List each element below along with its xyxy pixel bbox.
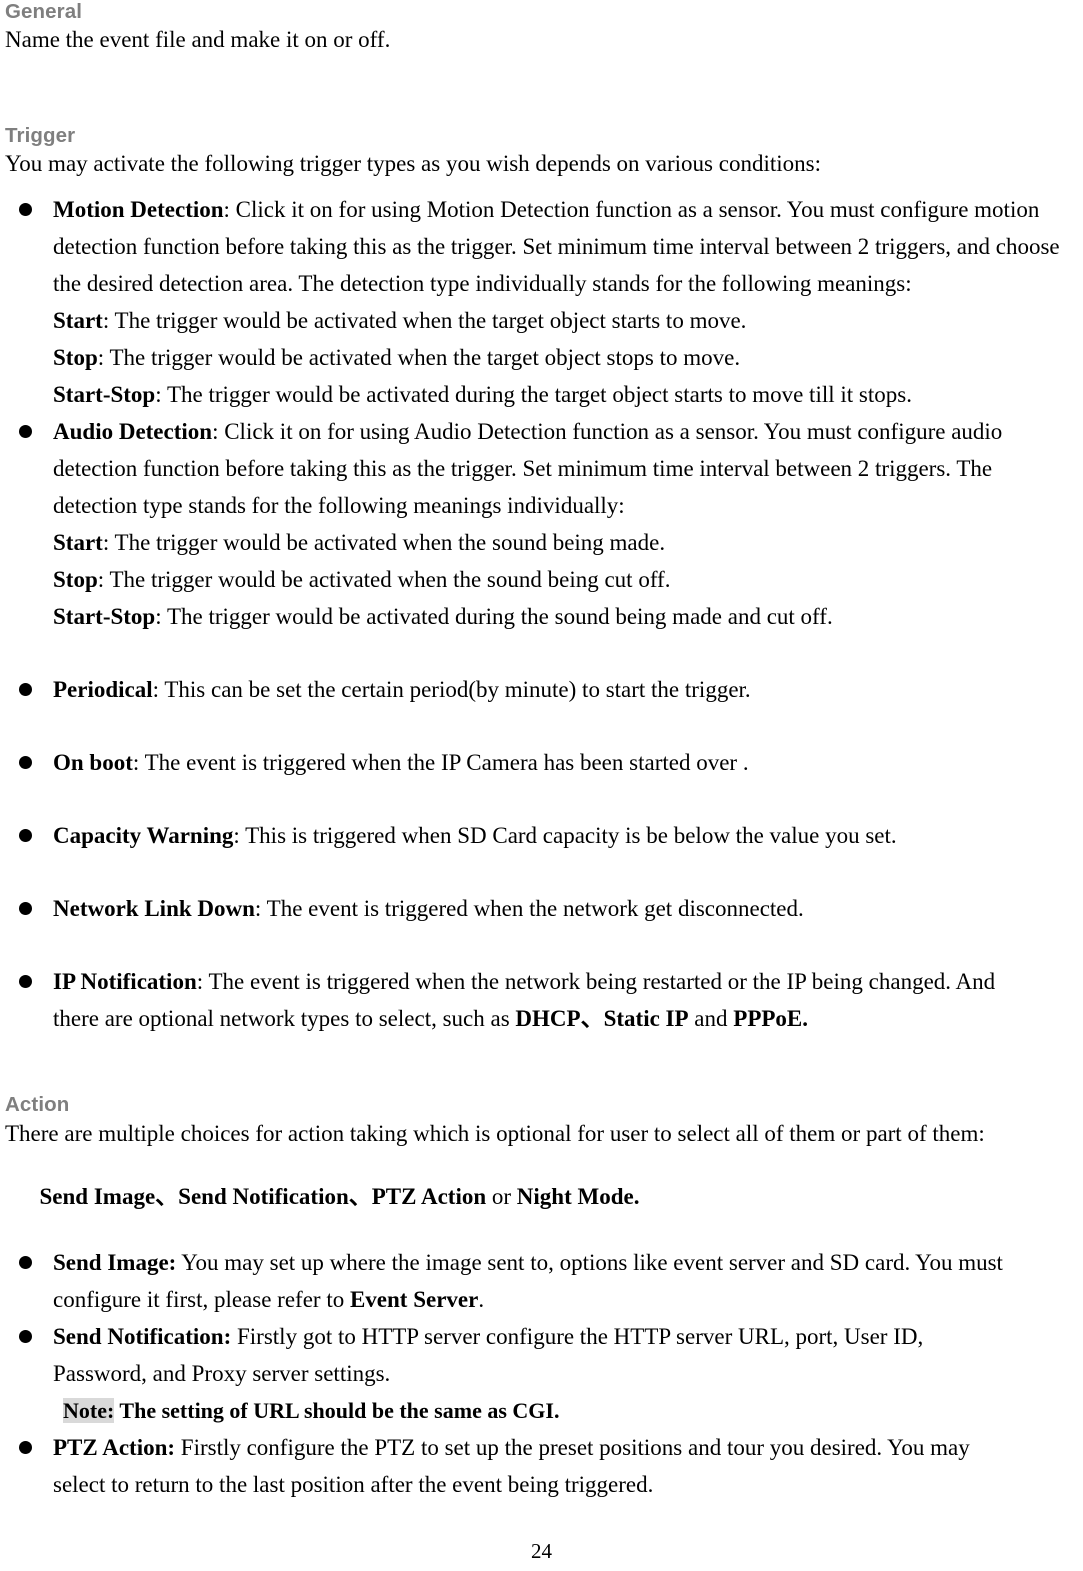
term-audio-detection: Audio Detection xyxy=(53,419,213,445)
bullet-dot-icon xyxy=(19,203,32,217)
ptz-action-line2: select to return to the last position af… xyxy=(53,1471,654,1497)
bullet-dot-icon xyxy=(19,425,32,439)
audio-start-line: Start: The trigger would be activated wh… xyxy=(5,524,1078,561)
body-audio-start: : The trigger would be activated when th… xyxy=(102,530,666,556)
motion-start-line: Start: The trigger would be activated wh… xyxy=(5,302,1078,339)
network-type-pppoe: PPPoE. xyxy=(733,1006,809,1032)
term-audio-stop: Stop xyxy=(53,567,98,593)
bullet-dot-icon xyxy=(19,683,32,697)
body-motion-start: : The trigger would be activated when th… xyxy=(102,308,747,334)
bullet-send-image: Send Image: You may set up where the ima… xyxy=(5,1244,1078,1281)
note-body: The setting of URL should be the same as… xyxy=(114,1397,560,1423)
motion-stop-line: Stop: The trigger would be activated whe… xyxy=(5,339,1078,376)
page-number: 24 xyxy=(531,1539,552,1563)
action-intro-paragraph: There are multiple choices for action ta… xyxy=(5,1120,985,1146)
bullet-dot-icon xyxy=(19,1255,32,1269)
network-type-and: and xyxy=(688,1006,734,1032)
bullet-dot-icon xyxy=(19,1440,32,1454)
audio-start-stop-line: Start-Stop: The trigger would be activat… xyxy=(5,598,1078,635)
body-on-boot: : The event is triggered when the IP Cam… xyxy=(132,750,749,776)
bullet-on-boot: On boot: The event is triggered when the… xyxy=(5,744,1078,781)
ip-notification-line2: there are optional network types to sele… xyxy=(5,1000,1078,1037)
bullet-dot-icon xyxy=(19,756,32,770)
bullet-periodical: Periodical: This can be set the certain … xyxy=(5,671,1078,708)
action-choice-or: or xyxy=(486,1183,517,1209)
term-capacity-warning: Capacity Warning xyxy=(53,823,234,849)
bullet-dot-icon xyxy=(19,1329,32,1343)
body-audio-start-stop: : The trigger would be activated during … xyxy=(155,604,833,630)
body-capacity-warning: : This is triggered when SD Card capacit… xyxy=(233,823,897,849)
term-audio-start: Start xyxy=(53,530,103,556)
action-choice-list: Send Image、Send Notification、PTZ Action … xyxy=(5,1149,1078,1244)
term-send-image: Send Image: xyxy=(53,1249,177,1275)
term-audio-start-stop: Start-Stop xyxy=(53,604,156,630)
bullet-network-link-down: Network Link Down: The event is triggere… xyxy=(5,890,1078,927)
bullet-dot-icon xyxy=(19,975,32,989)
bullet-audio-detection: Audio Detection: Click it on for using A… xyxy=(5,413,1078,524)
bullet-send-notification: Send Notification: Firstly got to HTTP s… xyxy=(5,1318,1078,1355)
bullet-motion-detection: Motion Detection: Click it on for using … xyxy=(5,191,1078,302)
term-send-notification: Send Notification: xyxy=(53,1323,232,1349)
action-choice-send-notification: Send Notification xyxy=(178,1183,349,1209)
term-on-boot: On boot xyxy=(53,750,133,776)
trigger-intro-paragraph: You may activate the following trigger t… xyxy=(5,150,821,176)
body-send-notification: Firstly got to HTTP server configure the… xyxy=(231,1323,924,1349)
audio-stop-line: Stop: The trigger would be activated whe… xyxy=(5,561,1078,598)
body-motion-start-stop: : The trigger would be activated during … xyxy=(155,382,912,408)
section-heading-trigger: Trigger xyxy=(5,123,76,147)
term-ip-notification: IP Notification xyxy=(53,969,197,995)
action-choice-send-image: Send Image xyxy=(39,1183,156,1209)
bullet-dot-icon xyxy=(19,829,32,843)
term-motion-start-stop: Start-Stop xyxy=(53,382,156,408)
body-ptz-action: Firstly configure the PTZ to set up the … xyxy=(175,1434,970,1460)
document-page: General Name the event file and make it … xyxy=(0,0,1083,1571)
general-intro-paragraph: Name the event file and make it on or of… xyxy=(5,27,391,53)
action-choice-ptz-action: PTZ Action xyxy=(371,1183,487,1209)
body-network-link-down: : The event is triggered when the networ… xyxy=(254,896,804,922)
term-periodical: Periodical xyxy=(53,677,153,703)
action-choice-separator-1: 、 xyxy=(155,1183,179,1209)
term-motion-detection: Motion Detection xyxy=(53,197,224,223)
term-motion-stop: Stop xyxy=(53,345,98,371)
bullet-capacity-warning: Capacity Warning: This is triggered when… xyxy=(5,817,1078,854)
network-type-static-ip: Static IP xyxy=(603,1006,689,1032)
body-audio-stop: : The trigger would be activated when th… xyxy=(97,567,671,593)
bullet-dot-icon xyxy=(19,902,32,916)
page-content: General Name the event file and make it … xyxy=(5,0,1078,1503)
send-image-line2: configure it first, please refer to Even… xyxy=(5,1281,1078,1318)
body-send-image: You may set up where the image sent to, … xyxy=(176,1249,1003,1275)
section-heading-general: General xyxy=(5,0,83,23)
network-type-separator-1: 、 xyxy=(580,1006,604,1032)
motion-start-stop-line: Start-Stop: The trigger would be activat… xyxy=(5,376,1078,413)
note-label: Note: xyxy=(63,1397,115,1423)
network-type-dhcp: DHCP xyxy=(515,1006,581,1032)
action-choice-separator-2: 、 xyxy=(348,1183,372,1209)
send-image-line2-pre: configure it first, please refer to xyxy=(53,1286,350,1312)
section-heading-action: Action xyxy=(5,1093,70,1117)
body-periodical: : This can be set the certain period(by … xyxy=(152,677,751,703)
send-notification-line2: Password, and Proxy server settings. xyxy=(53,1360,391,1386)
ip-notification-line2-pre: there are optional network types to sele… xyxy=(53,1006,516,1032)
reference-event-server: Event Server xyxy=(349,1286,479,1312)
term-ptz-action: PTZ Action: xyxy=(53,1434,176,1460)
body-motion-stop: : The trigger would be activated when th… xyxy=(97,345,741,371)
body-ip-notification: : The event is triggered when the networ… xyxy=(196,969,996,995)
send-image-line2-post: . xyxy=(478,1286,485,1312)
term-network-link-down: Network Link Down xyxy=(53,896,255,922)
bullet-ptz-action: PTZ Action: Firstly configure the PTZ to… xyxy=(5,1429,1078,1466)
action-choice-night-mode: Night Mode. xyxy=(516,1183,640,1209)
bullet-ip-notification: IP Notification: The event is triggered … xyxy=(5,963,1078,1000)
term-motion-start: Start xyxy=(53,308,103,334)
send-notification-note: Note: The setting of URL should be the s… xyxy=(5,1392,1078,1429)
